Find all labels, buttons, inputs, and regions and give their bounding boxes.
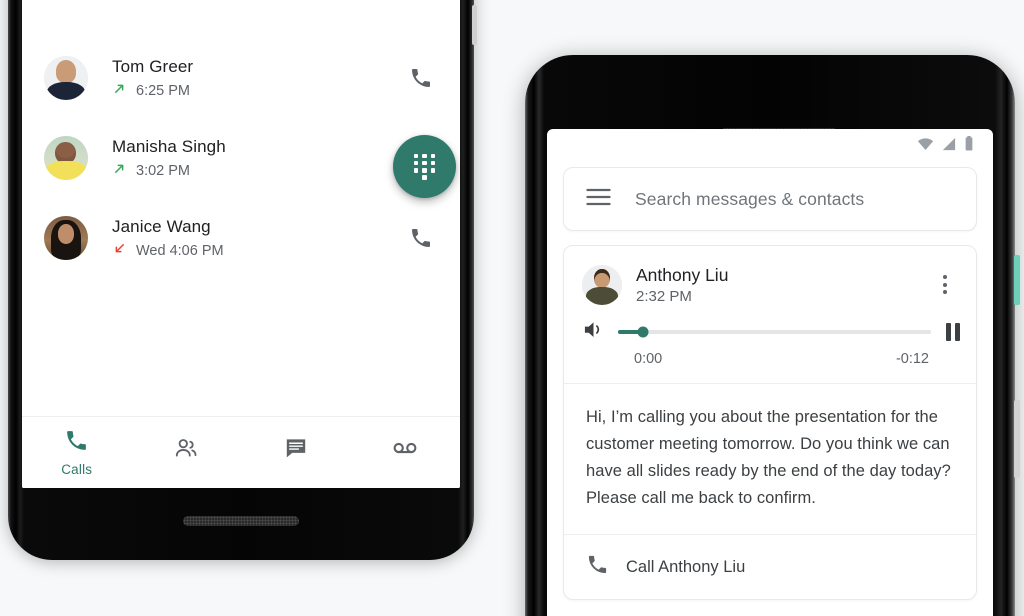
voicemail-contact-block: Anthony Liu 2:32 PM [636,264,934,305]
arrow-down-left-icon [112,241,127,261]
call-log-row-info: Janice Wang Wed 4:06 PM [112,216,404,261]
wifi-icon [917,137,934,156]
left-phone-side-button[interactable] [472,5,477,45]
call-log-meta: 6:25 PM [112,81,404,101]
right-phone-power-button[interactable] [1014,255,1020,305]
contact-name: Manisha Singh [112,136,226,156]
call-back-button[interactable] [404,221,438,255]
battery-icon [964,136,974,156]
nav-tab-calls[interactable]: Calls [22,428,132,477]
call-contact-action-row[interactable]: Call Anthony Liu [564,534,976,599]
nav-tab-voicemail[interactable] [351,434,461,471]
nav-tab-label: Calls [61,462,93,477]
right-phone-device: Search messages & contacts Anthony Liu 2… [525,55,1020,616]
call-log-row-info: Tom Greer 6:25 PM [112,56,404,101]
voicemail-transcript: Hi, I’m calling you about the presentati… [564,383,976,534]
contacts-icon [173,435,199,466]
call-log-row-info: Manisha Singh 3:02 PM [112,136,404,181]
left-phone-device: Tom Greer 6:25 PM Manisha Singh 3:02 PM … [8,0,477,560]
contact-name: Anthony Liu [636,265,729,285]
audio-remaining-time: -0:12 [895,351,929,367]
messages-icon [283,435,309,466]
left-phone-screen: Tom Greer 6:25 PM Manisha Singh 3:02 PM … [22,0,460,488]
audio-timecodes: 0:00 -0:12 [564,349,976,383]
hamburger-menu-icon[interactable] [586,188,611,211]
more-vert-icon[interactable] [934,275,960,294]
avatar[interactable] [44,56,88,100]
call-contact-action-label: Call Anthony Liu [626,557,746,576]
search-bar[interactable]: Search messages & contacts [563,167,977,231]
volume-up-icon[interactable] [582,319,605,345]
call-log-meta: Wed 4:06 PM [112,241,404,261]
voicemail-audio-player [564,305,976,349]
arrow-up-right-icon [112,161,127,181]
call-time: Wed 4:06 PM [136,242,224,259]
avatar[interactable] [582,264,622,305]
audio-progress-slider[interactable] [618,326,931,338]
call-log-row[interactable]: Janice Wang Wed 4:06 PM [22,198,460,278]
phone-icon [586,553,609,581]
call-time: 3:02 PM [136,162,190,179]
contact-name: Tom Greer [112,56,194,76]
avatar[interactable] [44,216,88,260]
audio-elapsed-time: 0:00 [634,351,663,367]
right-phone-volume-button[interactable] [1014,400,1020,478]
arrow-up-right-icon [112,81,127,101]
left-phone-speaker-grille [183,516,299,526]
phone-icon [64,428,89,458]
nav-tab-contacts[interactable] [132,435,242,470]
status-bar [547,129,993,163]
dialpad-icon [413,153,436,180]
contact-name: Janice Wang [112,216,211,236]
audio-progress-thumb[interactable] [637,326,649,338]
voicemail-card-header: Anthony Liu 2:32 PM [564,246,976,305]
call-log-meta: 3:02 PM [112,161,404,181]
search-input[interactable]: Search messages & contacts [635,189,864,210]
call-back-button[interactable] [404,61,438,95]
call-time: 6:25 PM [136,82,190,99]
nav-tab-messages[interactable] [241,435,351,470]
voicemail-transcript-text: Hi, I’m calling you about the presentati… [586,408,951,507]
voicemail-timestamp: 2:32 PM [636,288,692,305]
signal-icon [941,137,957,156]
voicemail-icon [391,434,419,467]
voicemail-card: Anthony Liu 2:32 PM 0:00 -0:12 Hi, I’m c… [563,245,977,600]
pause-icon[interactable] [944,323,962,341]
dialpad-fab-button[interactable] [393,135,456,198]
right-phone-screen: Search messages & contacts Anthony Liu 2… [547,129,993,616]
call-log-row[interactable]: Tom Greer 6:25 PM [22,38,460,118]
avatar[interactable] [44,136,88,180]
bottom-navigation-bar: Calls [22,416,460,488]
